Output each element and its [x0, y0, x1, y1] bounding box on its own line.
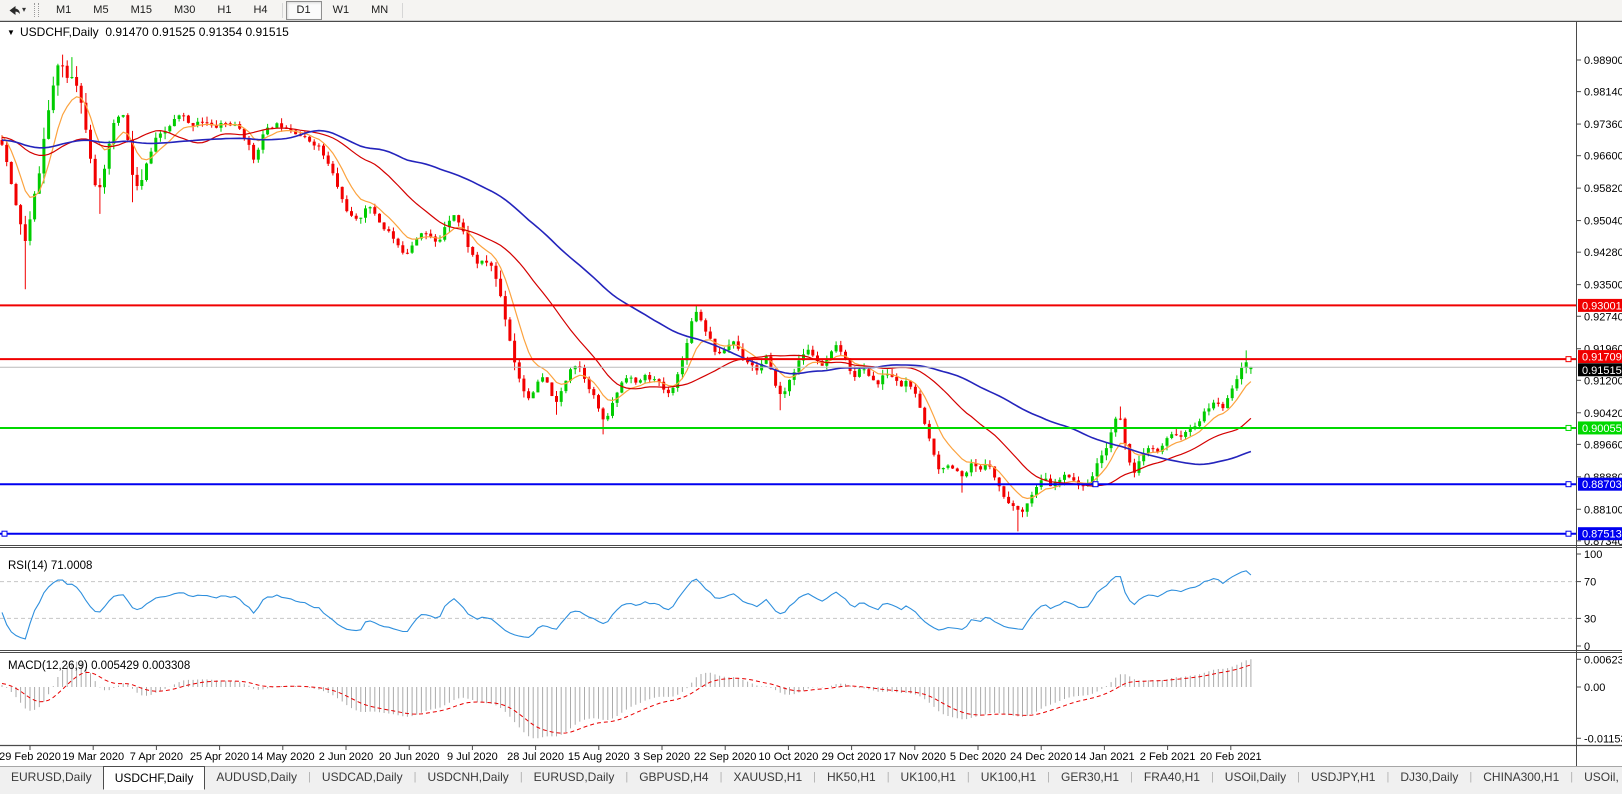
toolbar-separator	[402, 2, 404, 18]
date-label: 25 Apr 2020	[190, 751, 249, 763]
chart-tab-uk100-h1[interactable]: UK100,H1	[970, 767, 1047, 788]
line-anchor-handle[interactable]	[1, 530, 8, 537]
svg-text:0.94280: 0.94280	[1584, 247, 1622, 259]
timeframe-button-m1[interactable]: M1	[45, 1, 82, 20]
svg-text:0.96600: 0.96600	[1584, 151, 1622, 163]
chart-tabs: EURUSD,Daily USDCHF,Daily AUDUSD,Daily | USD…	[0, 766, 1622, 791]
chart-tab-usdchf-daily[interactable]: USDCHF,Daily	[102, 766, 206, 790]
svg-text:0.93001: 0.93001	[1582, 300, 1622, 312]
timeframe-button-mn[interactable]: MN	[360, 1, 399, 20]
chart-canvas[interactable]: 0.98900 0.98140 0.97360 0.96600 0.95820 0.950…	[0, 21, 1622, 766]
svg-text:0.95040: 0.95040	[1584, 216, 1622, 228]
chart-tab-hk50-h1[interactable]: HK50,H1	[816, 767, 887, 788]
svg-text:0.87513: 0.87513	[1582, 529, 1622, 541]
chart-tab-gbpusd-h4[interactable]: GBPUSD,H4	[628, 767, 719, 788]
timeframe-button-h4[interactable]: H4	[242, 1, 278, 20]
timeframe-button-m5[interactable]: M5	[82, 1, 119, 20]
chart-tab-usdjpy-h1[interactable]: USDJPY,H1	[1300, 767, 1386, 788]
rsi-label: RSI(14) 71.0008	[8, 560, 92, 572]
date-label: 19 Mar 2020	[62, 751, 124, 763]
chart-tab-usoil-daily[interactable]: USOil,Daily	[1214, 767, 1297, 788]
toolbar-grip[interactable]	[34, 3, 40, 17]
date-label: 17 Nov 2020	[884, 751, 946, 763]
top-toolbar: ▾ M1 M5 M15 M30 H1 H4 D1 W1 MN	[0, 0, 1622, 21]
svg-text:100: 100	[1584, 549, 1602, 561]
chart-tab-usdcnh-daily[interactable]: USDCNH,Daily	[416, 767, 519, 788]
chart-tab-fra40-h1[interactable]: FRA40,H1	[1133, 767, 1211, 788]
svg-text:0.89660: 0.89660	[1584, 439, 1622, 451]
chart-tab-usdcad-daily[interactable]: USDCAD,Daily	[311, 767, 414, 788]
chart-tab-dj30-daily[interactable]: DJ30,Daily	[1389, 767, 1469, 788]
svg-text:0.00: 0.00	[1584, 682, 1605, 694]
date-label: 29 Feb 2020	[0, 751, 61, 763]
svg-text:0.93500: 0.93500	[1584, 280, 1622, 292]
date-label: 15 Aug 2020	[568, 751, 630, 763]
svg-text:-0.011534: -0.011534	[1584, 733, 1622, 745]
chevron-down-icon: ▾	[22, 5, 27, 14]
chart-tab-audusd-daily[interactable]: AUDUSD,Daily	[205, 767, 308, 788]
chart-tab-xauusd-h1[interactable]: XAUUSD,H1	[722, 767, 813, 788]
line-anchor-handle[interactable]	[1565, 356, 1572, 363]
timeframe-button-d1[interactable]: D1	[285, 0, 322, 20]
line-anchor-handle[interactable]	[1092, 481, 1099, 488]
timeframe-button-m30[interactable]: M30	[163, 1, 206, 20]
macd-label: MACD(12,26,9) 0.005429 0.003308	[8, 660, 190, 672]
toolbar-separator	[281, 2, 283, 18]
line-anchor-handle[interactable]	[1565, 530, 1572, 537]
chart-tab-usoil[interactable]: USOil,	[1573, 767, 1622, 788]
timeframe-button-group: M1 M5 M15 M30 H1 H4 D1 W1 MN	[45, 0, 406, 20]
chart-tab-china300-h1[interactable]: CHINA300,H1	[1472, 767, 1570, 788]
svg-text:0.90055: 0.90055	[1582, 423, 1622, 435]
date-label: 5 Dec 2020	[950, 751, 1006, 763]
mt4-window: { "toolbar": { "timeframes": ["M1","M5",…	[0, 0, 1622, 794]
symbol-dropdown-icon[interactable]: ▼	[7, 28, 15, 37]
svg-text:0.88703: 0.88703	[1582, 479, 1622, 491]
date-label: 9 Jul 2020	[447, 751, 498, 763]
svg-text:0.91709: 0.91709	[1582, 352, 1622, 364]
chart-tab-eurusd-daily[interactable]: EURUSD,Daily	[0, 767, 103, 788]
cursor-tool-button[interactable]: ▾	[3, 1, 30, 19]
svg-text:0.98900: 0.98900	[1584, 55, 1622, 67]
date-label: 24 Dec 2020	[1010, 751, 1072, 763]
timeframe-button-w1[interactable]: W1	[322, 1, 361, 20]
svg-text:0.98140: 0.98140	[1584, 87, 1622, 99]
line-anchor-handle[interactable]	[1565, 424, 1572, 431]
svg-text:0.91515: 0.91515	[1582, 365, 1622, 377]
line-anchor-handle[interactable]	[1565, 481, 1572, 488]
date-label: 28 Jul 2020	[507, 751, 564, 763]
date-label: 22 Sep 2020	[694, 751, 756, 763]
chart-tab-eurusd-daily[interactable]: EURUSD,Daily	[523, 767, 626, 788]
date-label: 10 Oct 2020	[758, 751, 818, 763]
date-label: 29 Oct 2020	[822, 751, 882, 763]
date-label: 3 Sep 2020	[634, 751, 690, 763]
svg-text:0.88100: 0.88100	[1584, 504, 1622, 516]
svg-text:30: 30	[1584, 613, 1596, 625]
date-label: 20 Feb 2021	[1200, 751, 1262, 763]
chart-tab-bar: EURUSD,Daily USDCHF,Daily AUDUSD,Daily | USD…	[0, 766, 1622, 794]
date-label: 2 Jun 2020	[319, 751, 373, 763]
date-label: 14 May 2020	[251, 751, 315, 763]
chart-arrow-icon	[9, 6, 20, 15]
svg-text:0.95820: 0.95820	[1584, 183, 1622, 195]
svg-text:0.92740: 0.92740	[1584, 311, 1622, 323]
date-label: 14 Jan 2021	[1074, 751, 1135, 763]
svg-text:0.91200: 0.91200	[1584, 375, 1622, 387]
svg-text:70: 70	[1584, 577, 1596, 589]
date-label: 2 Feb 2021	[1140, 751, 1196, 763]
chart-tab-ger30-h1[interactable]: GER30,H1	[1050, 767, 1130, 788]
date-label: 20 Jun 2020	[379, 751, 440, 763]
svg-text:0.006237: 0.006237	[1584, 654, 1622, 666]
svg-text:0: 0	[1584, 641, 1590, 653]
date-label: 7 Apr 2020	[130, 751, 183, 763]
symbol-quote-title: USDCHF,Daily 0.91470 0.91525 0.91354 0.9…	[20, 25, 289, 39]
timeframe-button-h1[interactable]: H1	[206, 1, 242, 20]
svg-text:0.97360: 0.97360	[1584, 119, 1622, 131]
chart-tab-uk100-h1[interactable]: UK100,H1	[890, 767, 967, 788]
timeframe-button-m15[interactable]: M15	[120, 1, 163, 20]
svg-text:0.90420: 0.90420	[1584, 408, 1622, 420]
